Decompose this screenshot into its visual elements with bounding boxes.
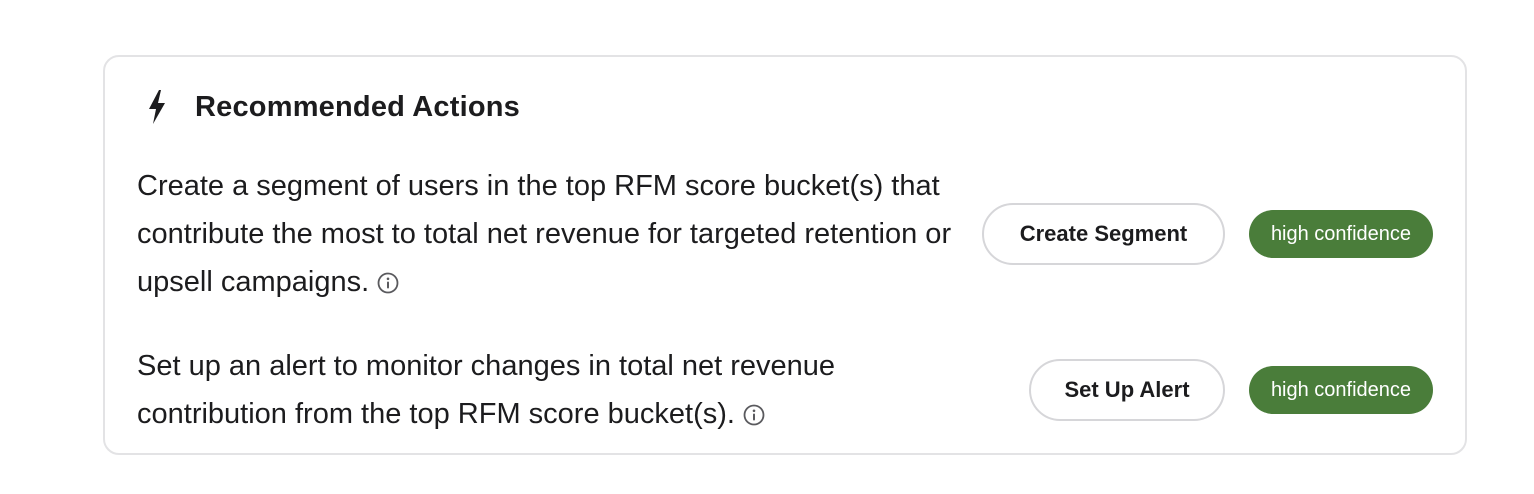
action-description-text: Set up an alert to monitor changes in to… — [137, 350, 836, 430]
action-description: Set up an alert to monitor changes in to… — [137, 342, 937, 438]
panel-title: Recommended Actions — [195, 90, 521, 123]
lightning-bolt-icon — [145, 89, 169, 125]
action-description-text: Create a segment of users in the top RFM… — [137, 170, 952, 298]
confidence-badge: high confidence — [1249, 210, 1433, 258]
action-description: Create a segment of users in the top RFM… — [137, 162, 977, 306]
action-item: Create a segment of users in the top RFM… — [137, 167, 1433, 301]
set-up-alert-button[interactable]: Set Up Alert — [1029, 359, 1225, 421]
confidence-badge: high confidence — [1249, 366, 1433, 414]
panel-header: Recommended Actions — [145, 87, 520, 127]
info-icon[interactable] — [743, 393, 765, 426]
recommended-actions-panel: Recommended Actions Create a segment of … — [103, 55, 1467, 455]
action-item: Set up an alert to monitor changes in to… — [137, 342, 1433, 438]
info-icon[interactable] — [377, 261, 399, 294]
create-segment-button[interactable]: Create Segment — [982, 203, 1225, 265]
